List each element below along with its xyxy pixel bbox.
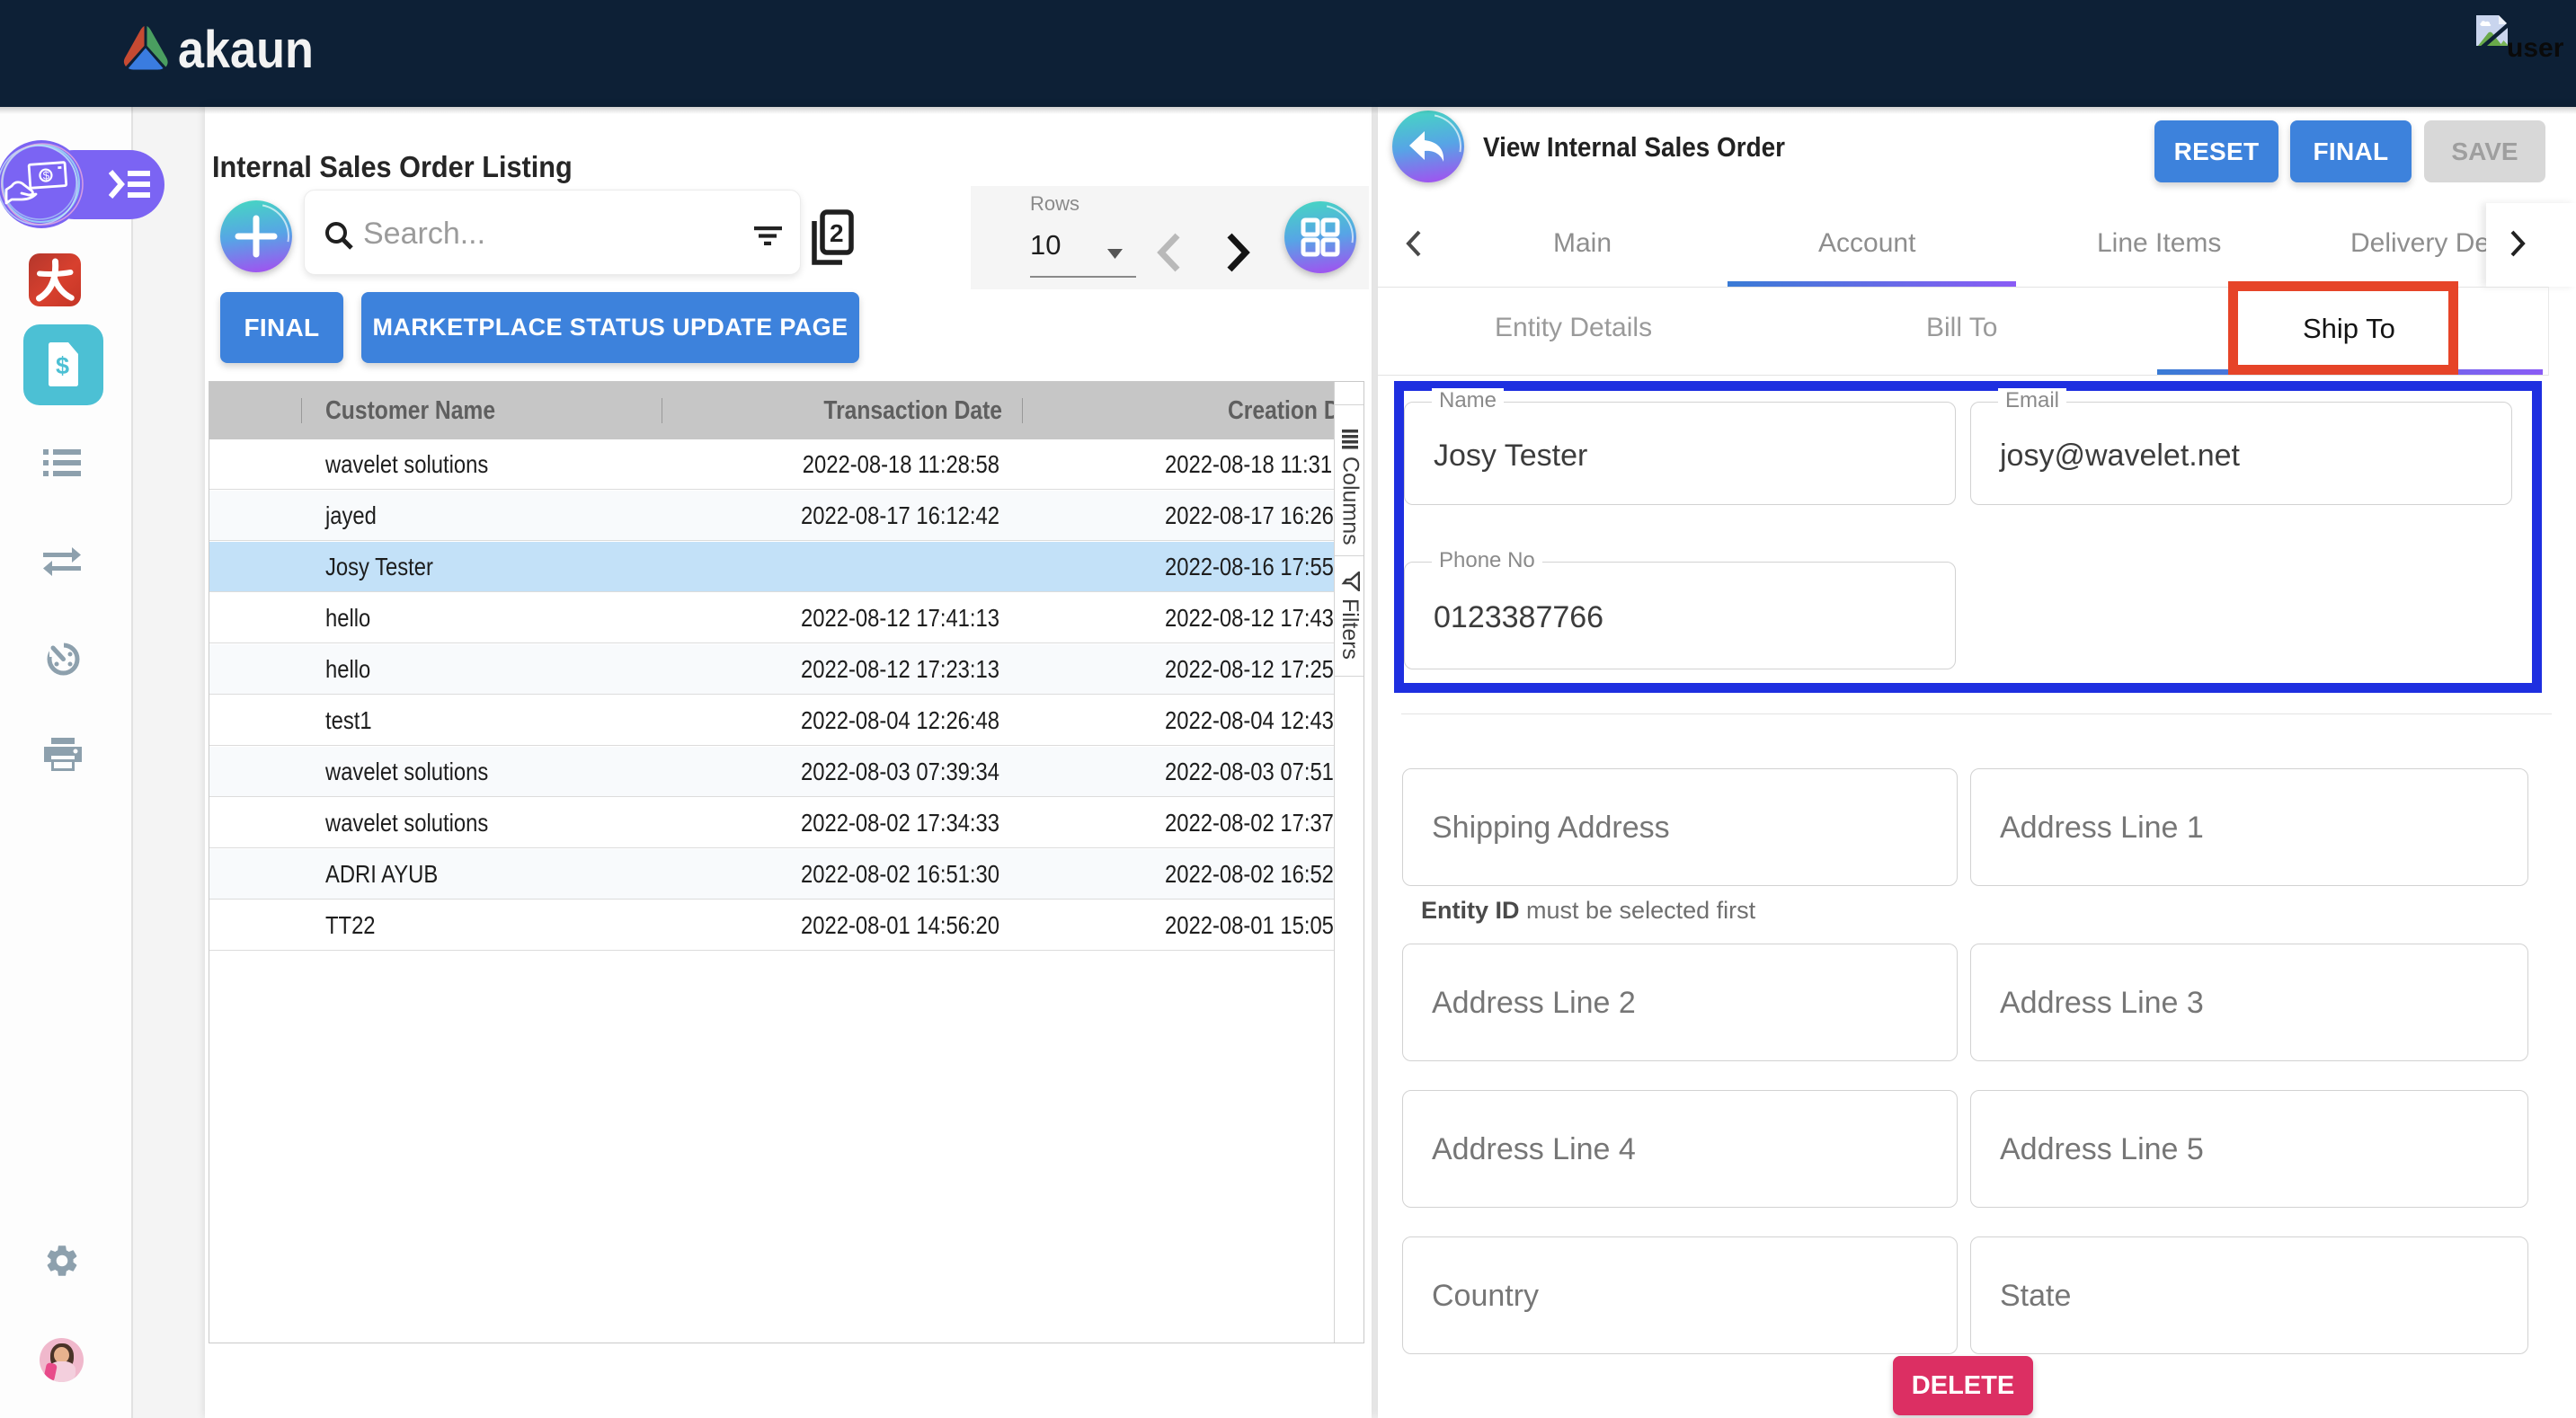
svg-text:$: $: [56, 352, 69, 379]
svg-text:2: 2: [830, 219, 844, 247]
